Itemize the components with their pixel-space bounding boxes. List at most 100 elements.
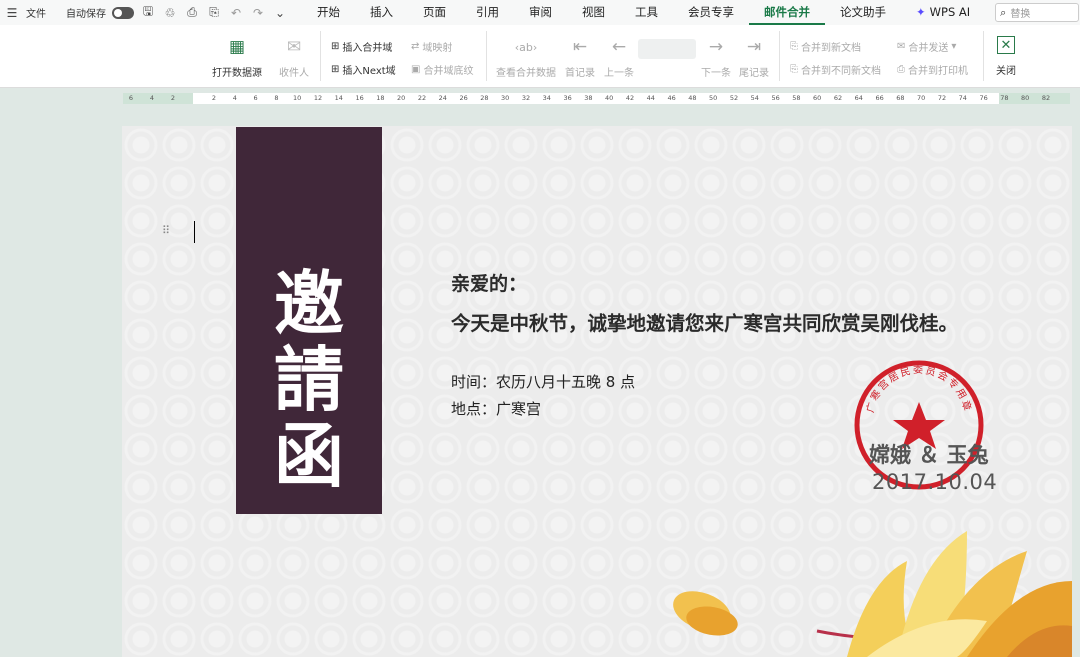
document-page[interactable]: 邀 請 函 ⠿ 亲爱的： 今天是中秋节，诚挚地邀请您来广寒宫共同欣赏吴刚伐桂。 …	[122, 126, 1072, 657]
ruler-tick: 6	[253, 94, 258, 102]
last-record-button[interactable]: ⇥ 尾记录	[739, 36, 769, 79]
prev-record-button[interactable]: ← 上一条	[604, 36, 634, 79]
undo-icon[interactable]: ↶	[228, 6, 244, 20]
ruler-tick: 72	[937, 94, 947, 102]
search-placeholder: 替换	[1010, 9, 1031, 20]
autosave-label: 自动保存	[66, 9, 106, 20]
ruler-tick: 46	[667, 94, 676, 102]
ribbon-divider	[983, 31, 984, 81]
insert-next-icon: ⊞	[331, 64, 340, 75]
horizontal-ruler[interactable]: 6 4 2 2 4 6 8 10 12 14 16 18 20 22 24 26 28 30 32 34 36 38…	[123, 93, 1070, 104]
ruler-tick: 26	[459, 94, 468, 102]
title-char: 請	[274, 338, 344, 421]
ruler-tick: 38	[584, 94, 593, 102]
tab-member[interactable]: 会员专享	[673, 0, 749, 25]
tab-mail-merge[interactable]: 邮件合并	[749, 0, 825, 25]
shading-icon: ▣	[411, 64, 421, 75]
ruler-tick: 22	[417, 94, 427, 102]
ruler-tick: 50	[709, 94, 718, 102]
title-char: 函	[274, 414, 344, 497]
ruler-tick: 64	[854, 94, 863, 102]
ruler-tick: 42	[625, 94, 635, 102]
open-data-source-button[interactable]: ▦ 打开数据源	[212, 36, 262, 79]
view-merge-data-button[interactable]: ‹ab› 查看合并数据	[496, 36, 556, 80]
ruler-tick: 54	[750, 94, 759, 102]
ruler-tick: 4	[149, 94, 155, 102]
first-record-button[interactable]: ⇤ 首记录	[565, 36, 595, 79]
wps-ai-icon: ✦	[916, 5, 926, 19]
menu-icon[interactable]: ☰	[4, 6, 20, 20]
ruler-tick: 58	[792, 94, 801, 102]
arrow-left-icon: ←	[611, 37, 627, 57]
ribbon-tabs: 开始 插入 页面 引用 审阅 视图 工具 会员专享 邮件合并 论文助手 ✦ WP…	[302, 0, 985, 25]
tab-view[interactable]: 视图	[567, 0, 620, 25]
open-data-source-label: 打开数据源	[212, 68, 262, 79]
chevron-down-icon[interactable]: ⌄	[272, 6, 288, 20]
ruler-tick: 80	[1021, 94, 1030, 102]
next-record-button[interactable]: → 下一条	[701, 36, 731, 79]
merge-send-button[interactable]: ✉ 合并发送 ▾	[897, 39, 956, 54]
file-menu[interactable]: 文件	[26, 5, 46, 20]
ruler-tick: 78	[1000, 94, 1009, 102]
ruler-tick: 34	[542, 94, 551, 102]
save-icon[interactable]: 🖫	[140, 2, 156, 23]
tab-review[interactable]: 审阅	[514, 0, 567, 25]
recipients-button[interactable]: ✉ 收件人	[279, 36, 309, 79]
send-icon: ✉	[897, 41, 906, 52]
ruler-tick: 10	[293, 94, 302, 102]
ruler-tick: 70	[917, 94, 926, 102]
autosave-toggle[interactable]	[112, 6, 134, 19]
print-preview-icon[interactable]: ⎘	[206, 5, 222, 20]
insert-merge-field-button[interactable]: ⊞ 插入合并域	[331, 39, 392, 54]
share-icon[interactable]: ♲	[162, 6, 178, 20]
event-place: 地点：广寒宫	[451, 400, 542, 418]
tab-paper-assistant[interactable]: 论文助手	[825, 0, 901, 25]
quick-access: ☰ 文件 自动保存 🖫 ♲ ⎙ ⎘ ↶ ↷ ⌄	[0, 2, 288, 23]
ruler-tick: 66	[875, 94, 884, 102]
ruler-tick: 82	[1041, 94, 1051, 102]
ruler-tick: 2	[170, 94, 176, 102]
tab-references[interactable]: 引用	[461, 0, 514, 25]
lotus-decoration	[673, 531, 1072, 657]
tab-page[interactable]: 页面	[408, 0, 461, 25]
merge-to-diff-docs-button[interactable]: ⎘ 合并到不同新文档	[790, 62, 881, 77]
merge-field-shading-button[interactable]: ▣ 合并域底纹	[411, 62, 473, 77]
mail-merge-ribbon: ▦ 打开数据源 ✉ 收件人 ⊞ 插入合并域 ⊞ 插入Next域 ⇄ 域映射 ▣ 合并域底…	[0, 25, 1080, 88]
ruler-tick: 40	[605, 94, 614, 102]
printer-icon: ⎙	[897, 64, 905, 75]
search-box[interactable]: ⌕ 替换	[995, 3, 1080, 22]
ruler-tick: 36	[563, 94, 572, 102]
ruler-tick: 52	[729, 94, 739, 102]
ruler-tick: 24	[438, 94, 447, 102]
invitation-date: 2017.10.04	[872, 470, 998, 494]
ruler-tick: 74	[958, 94, 967, 102]
tab-wps-ai[interactable]: ✦ WPS AI	[901, 0, 985, 25]
print-icon[interactable]: ⎙	[184, 5, 200, 20]
ruler-tick: 18	[376, 94, 385, 102]
ruler-tick: 4	[232, 94, 237, 102]
ruler-tick: 8	[274, 94, 279, 102]
arrow-right-icon: →	[708, 37, 724, 57]
ruler-tick: 16	[355, 94, 364, 102]
close-button[interactable]: ✕ 关闭	[996, 36, 1016, 77]
tab-tools[interactable]: 工具	[620, 0, 673, 25]
menu-bar: ☰ 文件 自动保存 🖫 ♲ ⎙ ⎘ ↶ ↷ ⌄ 开始 插入 页面 引用 审阅 视…	[0, 0, 1080, 25]
field-mapping-button[interactable]: ⇄ 域映射	[411, 39, 452, 54]
abc-icon: ‹ab›	[514, 40, 538, 54]
tab-insert[interactable]: 插入	[355, 0, 408, 25]
record-number-input[interactable]	[638, 39, 696, 59]
merge-to-new-doc-button[interactable]: ⎘ 合并到新文档	[790, 39, 861, 54]
tab-start[interactable]: 开始	[302, 0, 355, 25]
close-icon: ✕	[997, 36, 1015, 54]
redo-icon[interactable]: ↷	[250, 6, 266, 20]
recipients-label: 收件人	[279, 68, 309, 79]
ruler-tick: 2	[211, 94, 217, 102]
table-move-handle[interactable]: ⠿	[162, 224, 170, 237]
insert-next-field-button[interactable]: ⊞ 插入Next域	[331, 62, 396, 77]
merge-to-printer-button[interactable]: ⎙ 合并到打印机	[897, 62, 968, 77]
ruler-tick: 56	[771, 94, 780, 102]
search-icon: ⌕	[1000, 5, 1007, 19]
ruler-tick: 30	[501, 94, 510, 102]
greeting: 亲爱的：	[451, 273, 528, 295]
ruler-tick: 20	[397, 94, 406, 102]
